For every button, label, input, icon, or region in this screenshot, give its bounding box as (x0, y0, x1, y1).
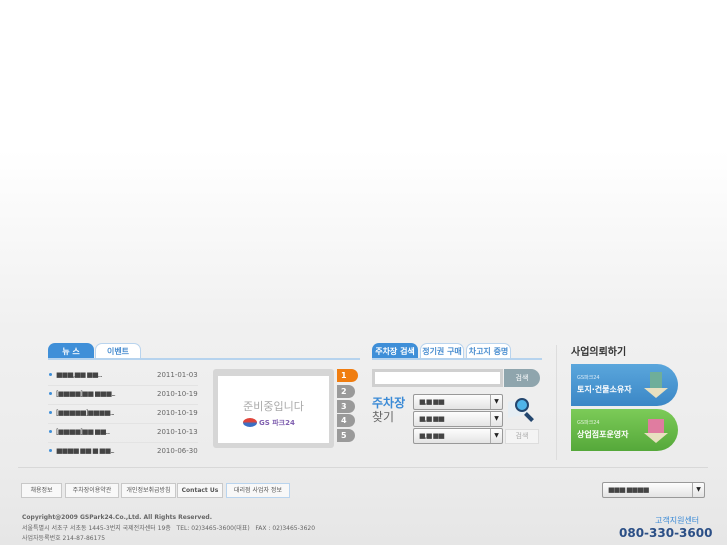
bullet-icon (49, 392, 52, 395)
store-operator-card[interactable]: GS파크24 상업점포운영자 (571, 409, 678, 451)
footer-link-agency[interactable]: 대리점 사업자 정보 (226, 483, 290, 498)
support-phone: 080-330-3600 (619, 526, 713, 540)
search-button[interactable]: 검색 (504, 369, 540, 387)
news-title[interactable]: ■■■,■■ ■■... (56, 371, 102, 379)
divider (556, 345, 557, 460)
building-icon (642, 370, 670, 400)
banner-frame: 준비중입니다 GS 파크24 (213, 369, 334, 448)
address: 서울특별시 서초구 서초동 1445-3번지 국제전자센터 19층 TEL: 0… (22, 525, 316, 532)
news-date: 2010-10-19 (157, 409, 198, 417)
banner-page-5[interactable]: 5 (337, 429, 355, 442)
gs-logo-icon (243, 418, 257, 427)
banner-text: 준비중입니다 (243, 400, 304, 413)
tab-events[interactable]: 이벤트 (95, 343, 141, 359)
find-subtitle: 찾기 (372, 410, 395, 424)
map-search-icon (508, 396, 538, 424)
footer-divider (18, 467, 708, 468)
tab-parking-search[interactable]: 주차장 검색 (372, 343, 418, 359)
news-date: 2010-06-30 (157, 447, 198, 455)
region-select-3[interactable]: ■,■ ■■ ▼ (413, 428, 503, 444)
region-select-2[interactable]: ■,■ ■■ ▼ (413, 411, 503, 427)
news-title[interactable]: [■■■■]■■ ■■... (56, 428, 110, 436)
bullet-icon (49, 373, 52, 376)
list-item[interactable]: [■■■■]■■ ■■■... 2010-10-19 (48, 386, 198, 405)
bullet-icon (49, 449, 52, 452)
news-title[interactable]: [■■■■]■■ ■■■... (56, 390, 116, 398)
chevron-down-icon: ▼ (490, 412, 502, 426)
chevron-down-icon: ▼ (490, 429, 502, 443)
news-title[interactable]: ■■■■ ■■ ■ ■■... (56, 447, 115, 455)
chevron-down-icon: ▼ (490, 395, 502, 409)
list-item[interactable]: ■■■■ ■■ ■ ■■... 2010-06-30 (48, 443, 198, 462)
family-site-select[interactable]: ■■■ ■■■■ ▼ (602, 482, 705, 498)
list-item[interactable]: [■■■■]■■ ■■... 2010-10-13 (48, 424, 198, 443)
banner-logo: GS 파크24 (259, 419, 295, 427)
banner-page-1[interactable]: 1 (337, 369, 358, 382)
business-number: 사업자등록번호 214-87-86175 (22, 535, 106, 542)
banner-page-4[interactable]: 4 (337, 414, 355, 427)
tab-garage-proof[interactable]: 차고지 증명 (466, 343, 511, 359)
footer-link-contact[interactable]: Contact Us (177, 483, 223, 498)
bullet-icon (49, 411, 52, 414)
chevron-down-icon: ▼ (692, 483, 704, 497)
tab-underline (48, 358, 360, 360)
find-button[interactable]: 검색 (505, 429, 539, 444)
news-date: 2010-10-19 (157, 390, 198, 398)
store-icon (642, 415, 670, 445)
footer-link-terms[interactable]: 주차장이용약관 (65, 483, 119, 498)
region-select-1[interactable]: ■,■ ■■ ▼ (413, 394, 503, 410)
tab-news[interactable]: 뉴 스 (48, 343, 94, 359)
tab-underline (372, 358, 542, 360)
bullet-icon (49, 430, 52, 433)
banner-page-2[interactable]: 2 (337, 385, 355, 398)
list-item[interactable]: ■■■,■■ ■■... 2011-01-03 (48, 367, 198, 386)
banner-page-3[interactable]: 3 (337, 400, 355, 413)
news-date: 2010-10-13 (157, 428, 198, 436)
copyright: Copyright@2009 GSPark24.Co.,Ltd. All Rig… (22, 514, 212, 521)
support-label: 고객지원센터 (655, 516, 700, 525)
parking-search-input[interactable] (372, 369, 503, 387)
footer-link-privacy[interactable]: 개인정보취급방침 (121, 483, 176, 498)
banner-image[interactable]: 준비중입니다 GS 파크24 (218, 376, 329, 443)
business-title: 사업의뢰하기 (571, 347, 627, 358)
news-title[interactable]: [■■■■■]■■■■... (56, 409, 115, 417)
footer-link-careers[interactable]: 채용정보 (21, 483, 62, 498)
tab-season-ticket[interactable]: 정기권 구매 (420, 343, 464, 359)
list-item[interactable]: [■■■■■]■■■■... 2010-10-19 (48, 405, 198, 424)
news-date: 2011-01-03 (157, 371, 198, 379)
landowner-card[interactable]: GS파크24 토지·건물소유자 (571, 364, 678, 406)
